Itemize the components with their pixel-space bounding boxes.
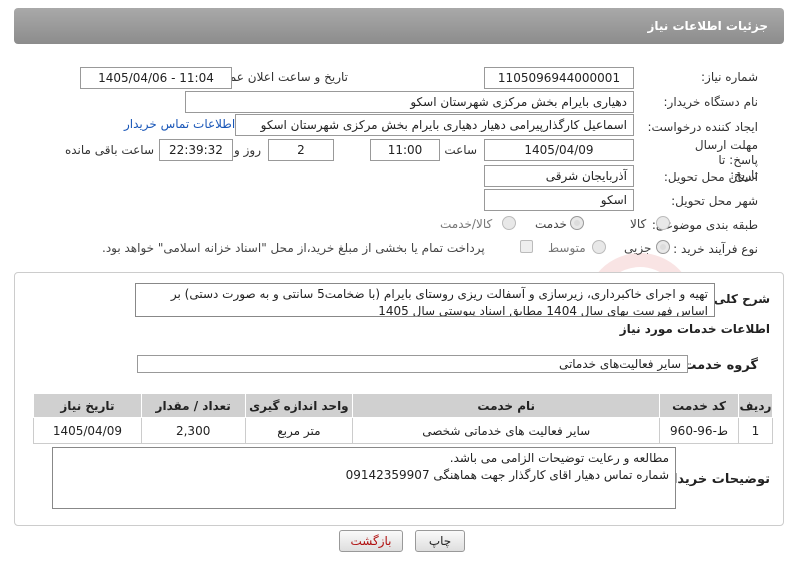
buyer-notes-label: توضیحات خریدار: [660,472,770,487]
category-radio-service[interactable] [570,216,584,230]
announce-date-field: 1405/04/06 - 11:04 [80,67,232,89]
treasury-payment-checkbox[interactable] [520,240,533,253]
time-remaining-field: 22:39:32 [159,139,233,161]
need-number-field: 1105096944000001 [484,67,634,89]
need-number-label: شماره نیاز: [701,70,758,84]
page-title: جزئیات اطلاعات نیاز [647,19,768,33]
col-row: ردیف [737,393,774,418]
col-unit: واحد اندازه گیری [244,393,354,418]
category-radio-goods[interactable] [656,216,670,230]
cell-unit: متر مربع [244,417,354,444]
general-desc-field: تهیه و اجرای خاکبرداری، زیرسازی و آسفالت… [135,283,715,317]
process-radio-medium[interactable] [592,240,606,254]
table-row: 1 ط-96-960 سایر فعالیت های خدماتی شخصی م… [33,417,774,444]
process-option-minor: جزیی [624,241,652,255]
category-option-goods: کالا [630,217,647,231]
buyer-contact-link[interactable]: اطلاعات تماس خریدار [124,117,235,131]
cell-row: 1 [737,417,774,444]
province-label: استان محل تحویل: [663,170,758,184]
page-header: جزئیات اطلاعات نیاز [14,8,784,44]
col-name: نام خدمت [352,393,661,418]
city-label: شهر محل تحویل: [671,194,758,208]
buyer-notes-line-2: شماره تماس دهیار اقای کارگذار جهت هماهنگ… [345,468,669,482]
process-type-label: نوع فرآیند خرید : [673,242,758,256]
time-remaining-label: ساعت باقی مانده [64,143,154,157]
back-button[interactable]: بازگشت [339,530,403,552]
requester-label: ایجاد کننده درخواست: [647,120,758,134]
deadline-time-field: 11:00 [370,139,440,161]
buyer-org-field: دهیاری بایرام بخش مرکزی شهرستان اسکو [185,91,634,113]
services-table: ردیف کد خدمت نام خدمت واحد اندازه گیری ت… [33,393,774,444]
deadline-time-label: ساعت [444,143,477,157]
cell-code: ط-96-960 [659,417,739,444]
services-section-title: اطلاعات خدمات مورد نیاز [619,322,770,336]
services-table-header: ردیف کد خدمت نام خدمت واحد اندازه گیری ت… [33,393,774,418]
print-button[interactable]: چاپ [415,530,465,552]
col-code: کد خدمت [659,393,739,418]
category-option-service: خدمت [535,217,567,231]
category-radio-goods-service[interactable] [502,216,516,230]
service-group-label: گروه خدمت: [678,358,758,373]
need-details-page: جزئیات اطلاعات نیاز شماره نیاز: 11050969… [0,0,788,566]
cell-name: سایر فعالیت های خدماتی شخصی [352,417,661,444]
cell-qty: 2,300 [140,417,246,444]
cell-date: 1405/04/09 [33,417,142,444]
city-field: اسکو [484,189,634,211]
buyer-notes-field: مطالعه و رعایت توضیحات الزامی می باشد. ش… [52,447,676,509]
deadline-date-field: 1405/04/09 [484,139,634,161]
requester-field: اسماعیل کارگذارپیرامی دهیار دهیاری بایرا… [235,114,634,136]
buyer-notes-line-1: مطالعه و رعایت توضیحات الزامی می باشد. [449,451,669,465]
category-option-goods-service: کالا/خدمت [440,217,493,231]
process-radio-minor[interactable] [656,240,670,254]
col-date: تاریخ نیاز [33,393,142,418]
col-qty: تعداد / مقدار [140,393,246,418]
process-option-medium: متوسط [548,241,586,255]
days-remaining-field: 2 [268,139,334,161]
province-field: آذربایجان شرقی [484,165,634,187]
service-group-field: سایر فعالیت‌های خدماتی [137,355,688,373]
treasury-payment-note: پرداخت تمام یا بخشی از مبلغ خرید،از محل … [102,241,485,255]
buyer-org-label: نام دستگاه خریدار: [663,95,759,109]
days-label: روز و [234,143,261,157]
